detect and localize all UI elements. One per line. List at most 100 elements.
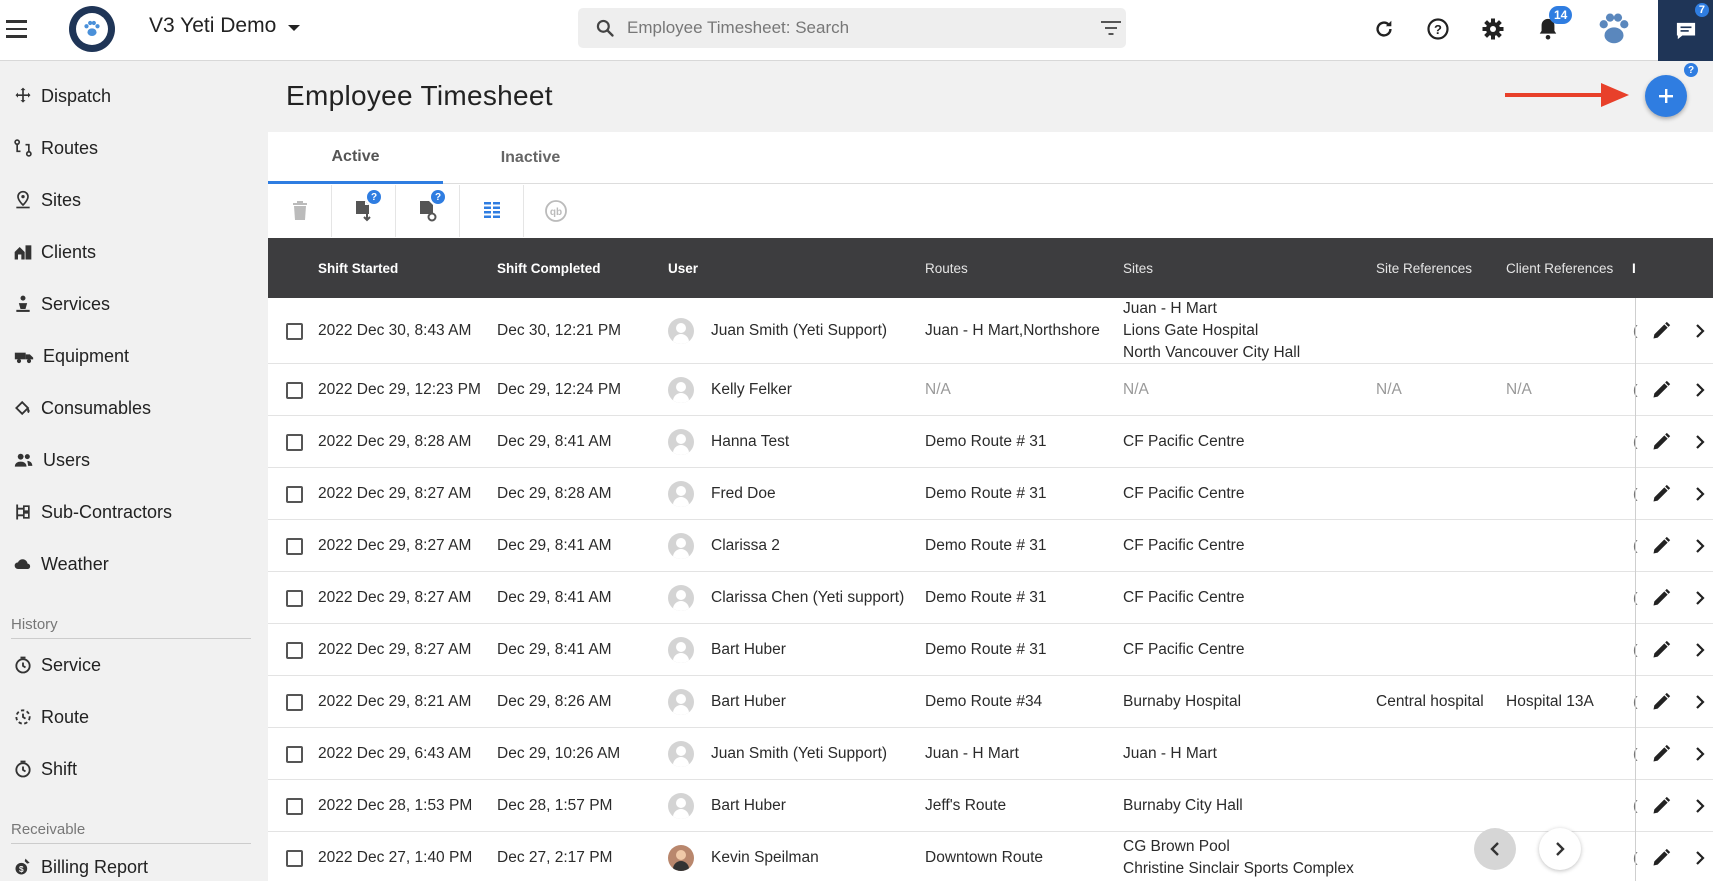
table-row[interactable]: 2022 Dec 29, 8:21 AM Dec 29, 8:26 AM Bart … [268,676,1713,728]
quickbooks-button[interactable]: qb [524,185,588,237]
hamburger-menu-icon[interactable] [4,14,34,44]
chat-button[interactable]: 7 [1658,0,1713,61]
cell-shift-completed: Dec 29, 8:26 AM [497,693,612,710]
sidebar-item-consumables[interactable]: Consumables [13,393,151,423]
settings-help-badge[interactable]: ? [431,190,445,204]
table-row[interactable]: 2022 Dec 29, 8:27 AM Dec 29, 8:41 AM Clari… [268,520,1713,572]
row-checkbox[interactable] [286,537,303,555]
notifications-bell-icon[interactable]: 14 [1531,6,1573,46]
sidebar-item-history-service[interactable]: Service [13,650,101,680]
cell-shift-completed: Dec 29, 8:41 AM [497,537,612,554]
sidebar-item-dispatch[interactable]: Dispatch [13,81,111,111]
column-header-shift-completed[interactable]: Shift Completed [497,238,601,298]
open-row-chevron-icon[interactable] [1691,637,1709,663]
table-row[interactable]: 2022 Dec 29, 8:27 AM Dec 29, 8:28 AM Fred … [268,468,1713,520]
open-row-chevron-icon[interactable] [1691,318,1709,344]
sidebar-item-history-shift[interactable]: Shift [13,754,77,784]
tab-inactive[interactable]: Inactive [443,132,618,184]
sidebar-item-weather[interactable]: Weather [13,549,109,579]
export-help-badge[interactable]: ? [367,190,381,204]
cell-shift-started: 2022 Dec 27, 1:40 PM [318,849,473,866]
account-selector[interactable]: V3 Yeti Demo [149,14,301,38]
edit-pencil-icon[interactable] [1648,585,1674,611]
open-row-chevron-icon[interactable] [1691,741,1709,767]
add-help-badge[interactable]: ? [1684,63,1698,77]
sidebar-item-routes[interactable]: Routes [13,133,98,163]
table-row[interactable]: 2022 Dec 29, 8:27 AM Dec 29, 8:41 AM Bart … [268,624,1713,676]
refresh-icon[interactable] [1367,12,1401,46]
add-timesheet-button[interactable] [1645,75,1687,117]
cell-shift-started: 2022 Dec 29, 8:21 AM [318,693,472,710]
sidebar-item-clients[interactable]: Clients [13,237,96,267]
row-checkbox[interactable] [286,485,303,503]
paw-icon [84,20,100,37]
row-checkbox[interactable] [286,797,303,815]
open-row-chevron-icon[interactable] [1691,481,1709,507]
open-row-chevron-icon[interactable] [1691,429,1709,455]
table-row[interactable]: 2022 Dec 29, 8:28 AM Dec 29, 8:41 AM Hanna… [268,416,1713,468]
edit-pencil-icon[interactable] [1648,637,1674,663]
row-checkbox[interactable] [286,693,303,711]
edit-pencil-icon[interactable] [1648,377,1674,403]
sidebar-item-billing-report[interactable]: $ Billing Report [13,852,148,881]
open-row-chevron-icon[interactable] [1691,793,1709,819]
row-checkbox[interactable] [286,433,303,451]
edit-pencil-icon[interactable] [1648,741,1674,767]
table-row[interactable]: 2022 Dec 29, 12:23 PM Dec 29, 12:24 PM Kel… [268,364,1713,416]
column-header-shift-started[interactable]: Shift Started [318,238,398,298]
row-checkbox[interactable] [286,745,303,763]
edit-pencil-icon[interactable] [1648,793,1674,819]
columns-view-button[interactable] [460,185,524,237]
company-logo[interactable] [69,6,115,52]
cell-user: Bart Huber [711,797,786,814]
timesheet-panel: Active Inactive ? ? qb Shift Started Shi… [268,132,1713,881]
filter-icon[interactable] [1082,8,1122,48]
search-input[interactable] [615,18,1082,38]
table-row[interactable]: 2022 Dec 28, 1:53 PM Dec 28, 1:57 PM Bart … [268,780,1713,832]
chevron-right-icon [1556,842,1565,856]
sidebar-item-sites[interactable]: Sites [13,185,81,215]
cell-routes: Juan - H Mart [925,745,1019,762]
column-header-user[interactable]: User [668,238,698,298]
open-row-chevron-icon[interactable] [1691,845,1709,871]
edit-pencil-icon[interactable] [1648,318,1674,344]
user-avatar-paw-icon[interactable] [1593,8,1635,50]
table-row[interactable]: 2022 Dec 29, 6:43 AM Dec 29, 10:26 AM Juan… [268,728,1713,780]
column-header-client-references[interactable]: Client References [1506,238,1613,298]
sidebar-item-label: Billing Report [41,856,149,877]
help-icon[interactable]: ? [1421,12,1455,46]
open-row-chevron-icon[interactable] [1691,689,1709,715]
row-checkbox[interactable] [286,322,303,340]
settings-gear-icon[interactable] [1476,12,1510,46]
edit-pencil-icon[interactable] [1648,429,1674,455]
table-row[interactable]: 2022 Dec 29, 8:27 AM Dec 29, 8:41 AM Clari… [268,572,1713,624]
open-row-chevron-icon[interactable] [1691,585,1709,611]
column-header-site-references[interactable]: Site References [1376,238,1472,298]
edit-pencil-icon[interactable] [1648,481,1674,507]
edit-pencil-icon[interactable] [1648,533,1674,559]
row-checkbox[interactable] [286,849,303,867]
edit-pencil-icon[interactable] [1648,689,1674,715]
open-row-chevron-icon[interactable] [1691,533,1709,559]
row-checkbox[interactable] [286,589,303,607]
column-header-routes[interactable]: Routes [925,238,968,298]
open-row-chevron-icon[interactable] [1691,377,1709,403]
row-checkbox[interactable] [286,641,303,659]
sidebar-item-equipment[interactable]: Equipment [13,341,129,371]
sidebar-item-label: Shift [41,758,78,779]
next-page-button[interactable] [1539,828,1581,870]
sidebar-item-history-route[interactable]: Route [13,702,89,732]
column-header-sites[interactable]: Sites [1123,238,1153,298]
timesheet-settings-button[interactable]: ? [396,185,460,237]
edit-pencil-icon[interactable] [1648,845,1674,871]
sidebar-item-users[interactable]: Users [13,445,90,475]
sidebar-item-services[interactable]: Services [13,289,110,319]
trash-icon [292,201,307,220]
table-row[interactable]: 2022 Dec 30, 8:43 AM Dec 30, 12:21 PM Juan… [268,298,1713,364]
delete-button[interactable] [268,185,332,237]
sidebar-item-sub-contractors[interactable]: Sub-Contractors [13,497,172,527]
previous-page-button[interactable] [1474,828,1516,870]
export-timesheet-button[interactable]: ? [332,185,396,237]
row-checkbox[interactable] [286,381,303,399]
tab-active[interactable]: Active [268,132,443,184]
